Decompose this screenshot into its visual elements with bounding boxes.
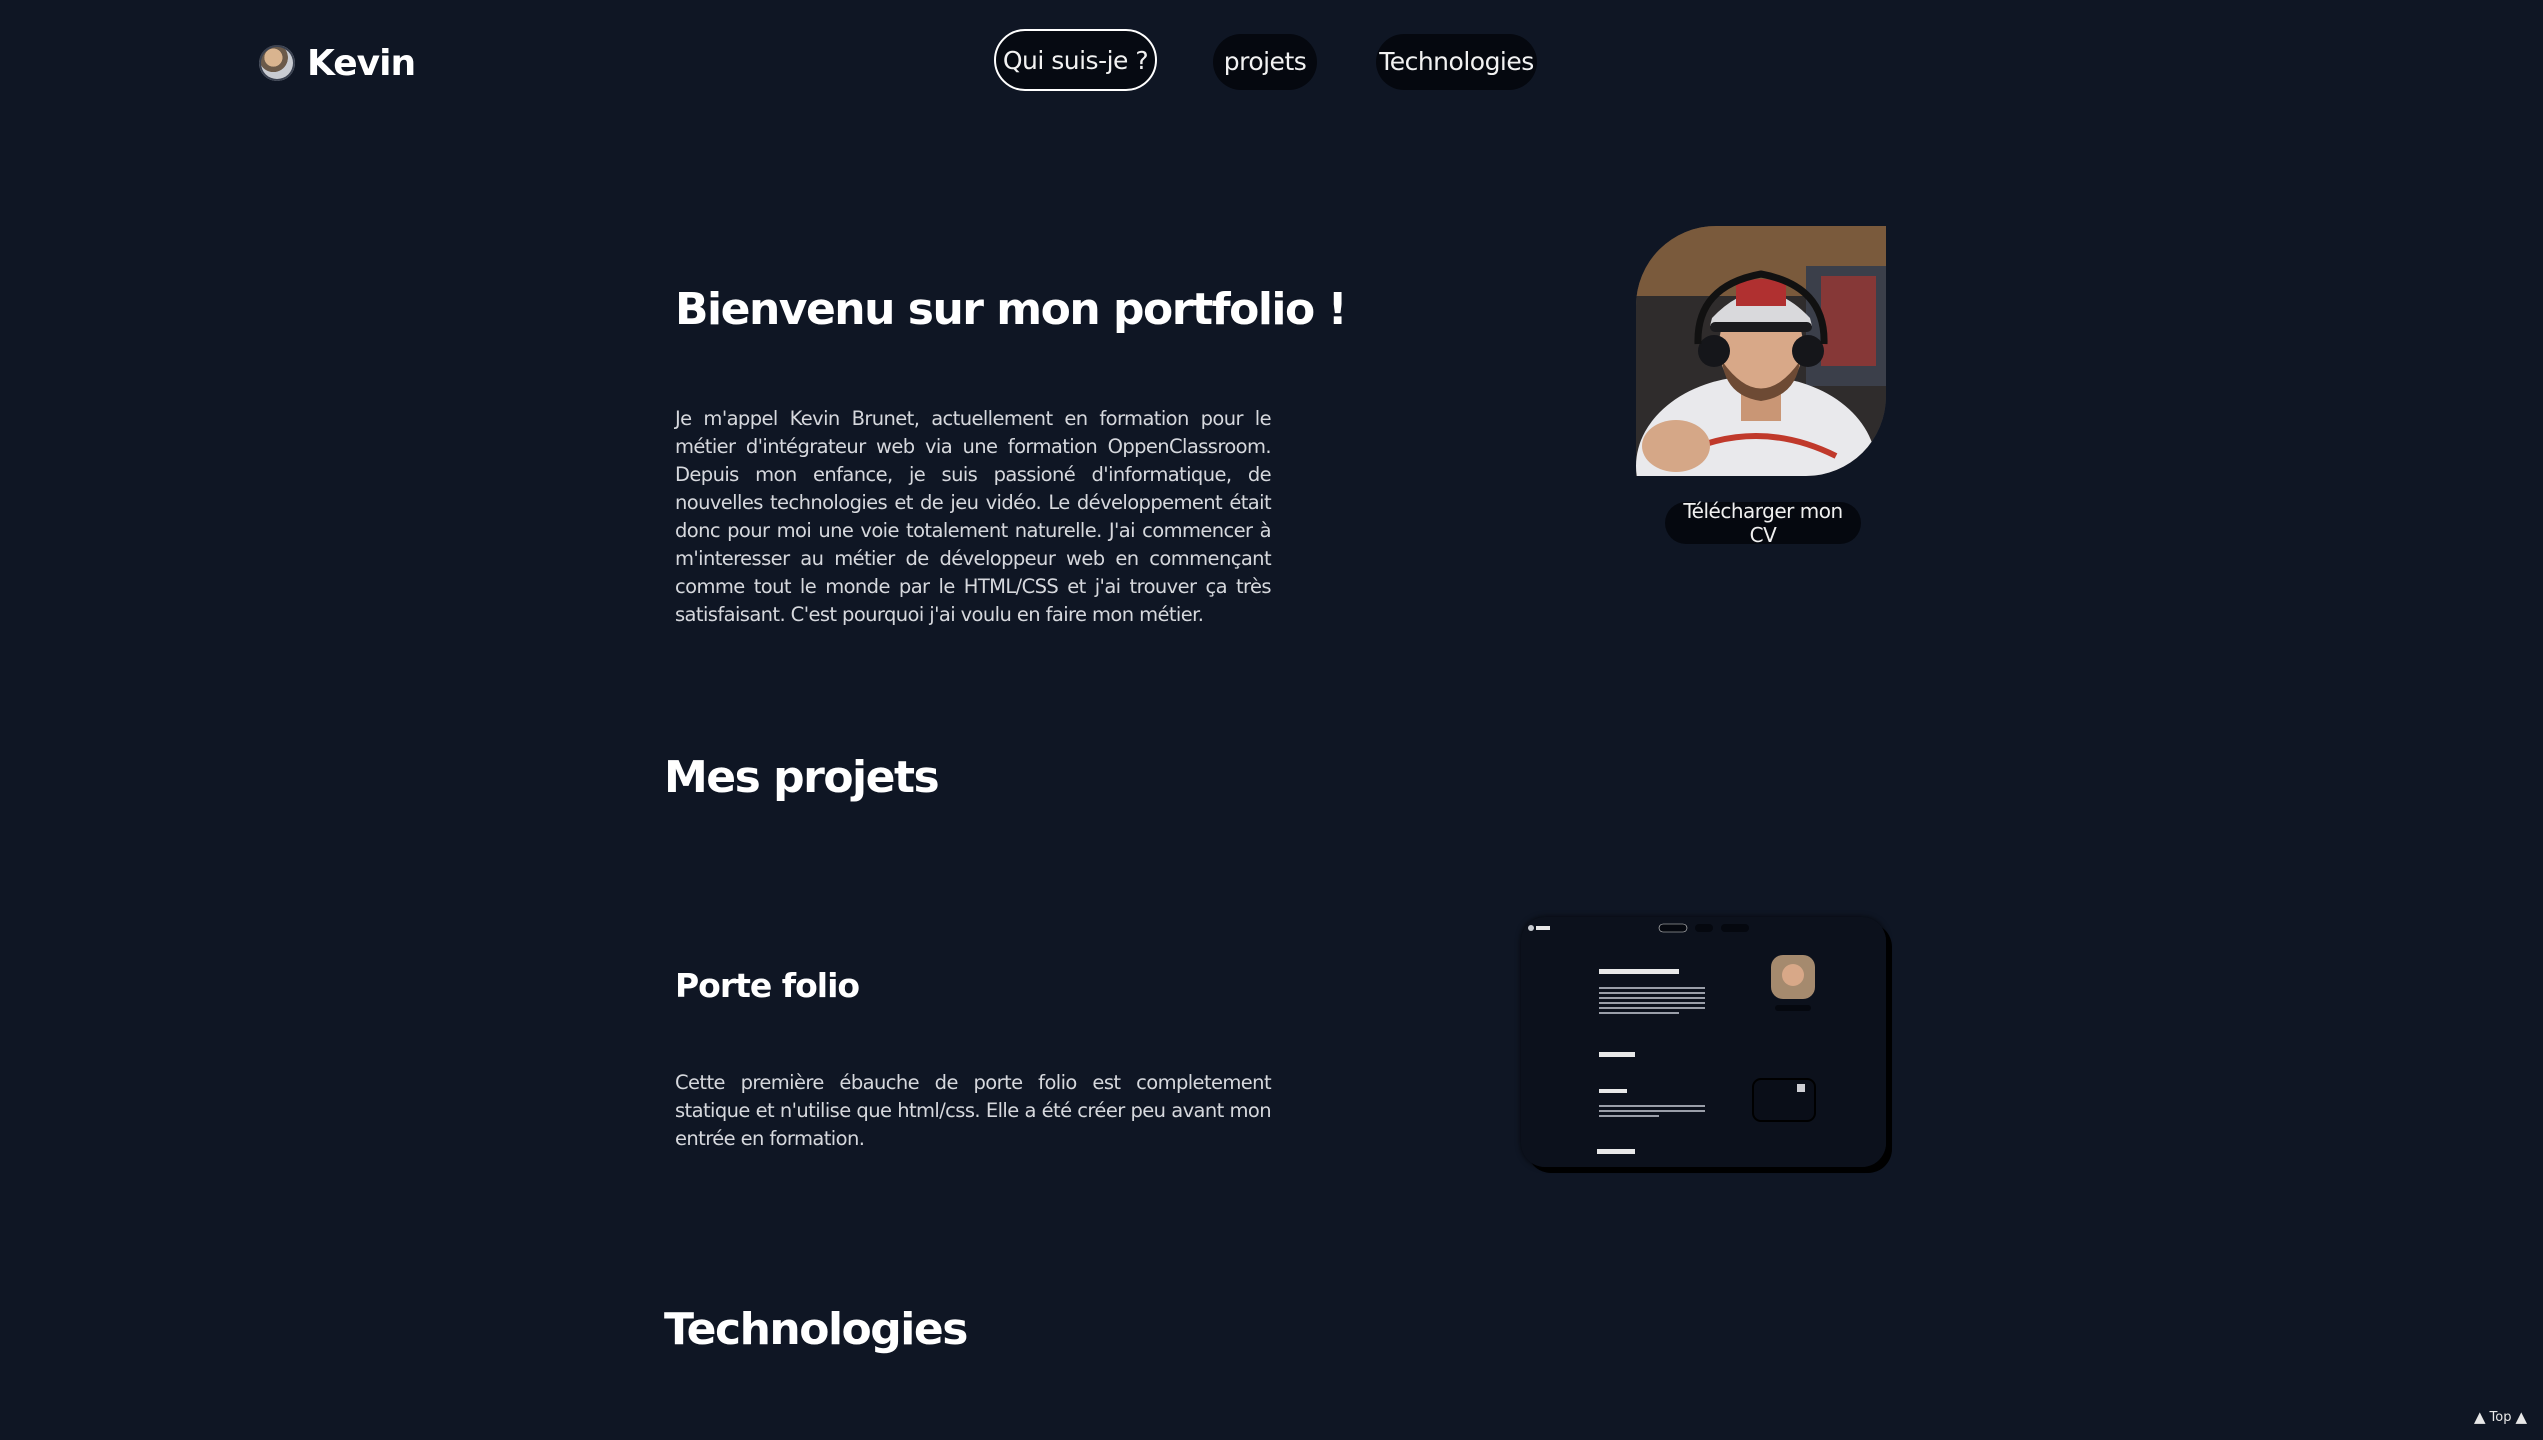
profile-photo [1636,226,1886,476]
top-label: Top [2489,1409,2512,1425]
arrow-up-icon: ▲ [2515,1408,2527,1426]
projects-section-title: Mes projets [664,752,940,803]
project-description: Cette première ébauche de porte folio es… [675,1071,1272,1150]
back-to-top-link[interactable]: ▲ Top ▲ [2474,1408,2527,1426]
nav-item-qui-suis-je[interactable]: Qui suis-je ? [994,29,1157,91]
intro-title: Bienvenu sur mon portfolio ! [675,284,1348,335]
avatar-icon [259,45,295,81]
technologies-section-title: Technologies [664,1304,968,1355]
arrow-up-icon: ▲ [2473,1408,2486,1426]
download-cv-button[interactable]: Télécharger mon CV [1665,499,1861,547]
intro-text: Je m'appel Kevin Brunet, actuellement en… [675,407,1272,626]
project-title: Porte folio [675,966,860,1005]
project-screenshot[interactable] [1521,917,1886,1167]
nav-item-technologies[interactable]: Technologies [1376,33,1537,90]
brand-logo[interactable]: Kevin [259,42,416,84]
brand-name: Kevin [307,42,416,84]
main-nav: Qui suis-je ? projets Technologies [994,29,1537,91]
portfolio-page: Kevin Qui suis-je ? projets Technologies… [0,0,2543,1440]
nav-item-projets[interactable]: projets [1213,33,1317,90]
